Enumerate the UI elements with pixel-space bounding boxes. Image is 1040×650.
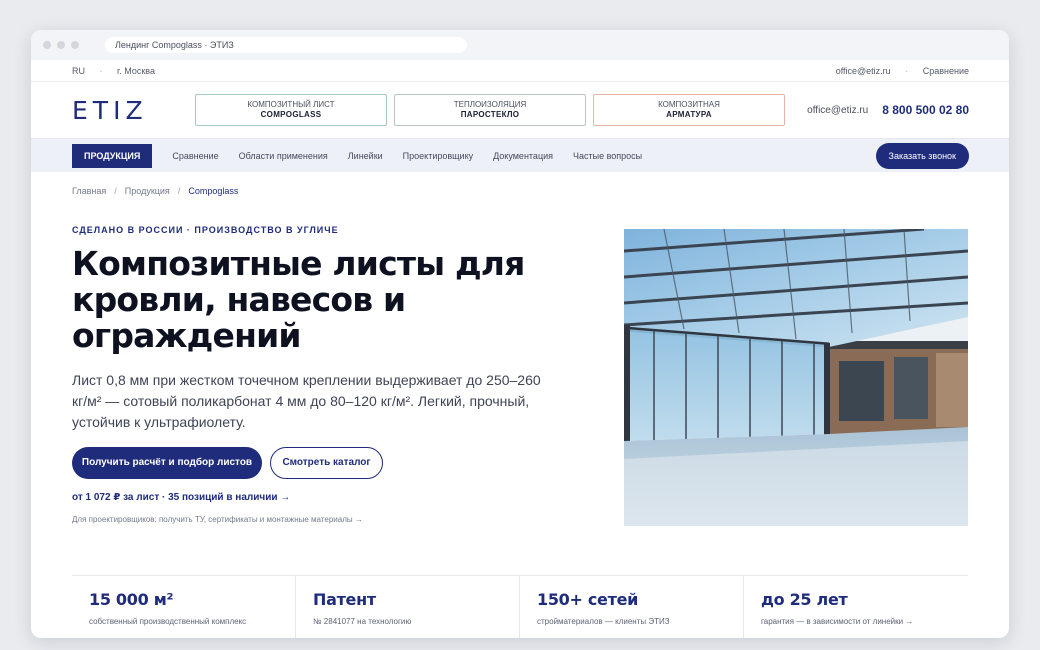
price-availability-link[interactable]: от 1 072 ₽ за лист · 35 позиций в наличи…	[72, 492, 290, 503]
breadcrumb-products[interactable]: Продукция	[125, 186, 170, 196]
product-box-label: ТЕПЛОИЗОЛЯЦИЯ	[453, 100, 527, 109]
nav-item-designers[interactable]: Проектировщику	[403, 151, 473, 161]
separator: ·	[99, 65, 103, 76]
get-calculation-button[interactable]: Получить расчёт и подбор листов	[72, 447, 262, 479]
product-box-label: КОМПОЗИТНЫЙ ЛИСТ	[247, 100, 335, 109]
stat-caption: гарантия — в зависимости от линейки →	[761, 617, 914, 626]
product-box-label: КОМПОЗИТНАЯ	[658, 100, 720, 109]
top-email-link[interactable]: office@etiz.ru	[836, 66, 891, 76]
separator: ·	[905, 65, 909, 76]
language-switch[interactable]: RU	[72, 66, 85, 76]
stat-caption: стройматериалов — клиенты ЭТИЗ	[537, 617, 670, 626]
hero-title: Композитные листы для кровли, навесов и …	[72, 244, 525, 355]
product-box-name: АРМАТУРА	[666, 110, 712, 119]
stat-value: 150+ сетей	[537, 590, 639, 609]
header-phone-link[interactable]: 8 800 500 02 80	[882, 103, 969, 117]
view-catalog-button[interactable]: Смотреть каталог	[270, 447, 383, 479]
window-control-maximize[interactable]	[71, 41, 79, 49]
hero-eyebrow: СДЕЛАНО В РОССИИ · ПРОИЗВОДСТВО В УГЛИЧЕ	[72, 225, 339, 235]
nav-item-applications[interactable]: Области применения	[239, 151, 328, 161]
browser-window: Лендинг Compoglass · ЭТИЗ RU · г. Москва…	[31, 30, 1009, 638]
window-control-close[interactable]	[43, 41, 51, 49]
header-contacts: office@etiz.ru 8 800 500 02 80	[807, 103, 969, 117]
nav-item-compare[interactable]: Сравнение	[172, 151, 218, 161]
top-compare-link[interactable]: Сравнение	[923, 66, 969, 76]
stat-clients: 150+ сетей стройматериалов — клиенты ЭТИ…	[520, 576, 744, 638]
site-header: ETIZ КОМПОЗИТНЫЙ ЛИСТ COMPOGLASS ТЕПЛОИЗ…	[31, 82, 1009, 139]
breadcrumb-current: Compoglass	[188, 186, 239, 196]
nav-item-docs[interactable]: Документация	[493, 151, 553, 161]
canopy-illustration	[624, 229, 968, 526]
hero-canopy-photo	[624, 229, 968, 526]
product-box-parosteklo[interactable]: ТЕПЛОИЗОЛЯЦИЯ ПАРОСТЕКЛО	[394, 94, 586, 126]
browser-chrome: Лендинг Compoglass · ЭТИЗ	[31, 30, 1009, 60]
stat-production: 15 000 м² собственный производственный к…	[72, 576, 296, 638]
stat-value: Патент	[313, 590, 376, 609]
stat-caption: № 2841077 на технологию	[313, 617, 412, 626]
breadcrumb-separator: /	[114, 186, 117, 196]
stat-value: 15 000 м²	[89, 590, 174, 609]
nav-products-button[interactable]: ПРОДУКЦИЯ	[72, 143, 153, 168]
breadcrumb-separator: /	[177, 186, 181, 196]
product-box-name: ПАРОСТЕКЛО	[460, 110, 520, 119]
top-strip: RU · г. Москва office@etiz.ru · Сравнени…	[31, 60, 1009, 82]
main-nav: ПРОДУКЦИЯ Сравнение Области применения Л…	[31, 139, 1009, 172]
stat-value: до 25 лет	[761, 590, 848, 609]
browser-tab[interactable]: Лендинг Compoglass · ЭТИЗ	[105, 37, 467, 53]
nav-item-faq[interactable]: Частые вопросы	[573, 151, 642, 161]
stat-caption: собственный производственный комплекс	[89, 617, 247, 626]
request-call-button[interactable]: Заказать звонок	[875, 142, 969, 169]
hero-description: Лист 0,8 мм при жестком точечном креплен…	[72, 372, 541, 430]
stat-patent: Патент № 2841077 на технологию	[296, 576, 520, 638]
product-box-name: COMPOGLASS	[260, 110, 322, 119]
header-email-link[interactable]: office@etiz.ru	[807, 105, 868, 116]
designer-materials-link[interactable]: Для проектировщиков: получить ТУ, сертиф…	[72, 515, 363, 524]
stats-bar: 15 000 м² собственный производственный к…	[72, 575, 968, 638]
city-selector[interactable]: г. Москва	[117, 66, 155, 76]
etiz-logo[interactable]: ETIZ	[72, 96, 195, 125]
product-box-armatura[interactable]: КОМПОЗИТНАЯ АРМАТУРА	[593, 94, 785, 126]
breadcrumb-home[interactable]: Главная	[72, 186, 106, 196]
product-box-compoglass[interactable]: КОМПОЗИТНЫЙ ЛИСТ COMPOGLASS	[195, 94, 387, 126]
nav-item-lines[interactable]: Линейки	[348, 151, 383, 161]
stat-warranty[interactable]: до 25 лет гарантия — в зависимости от ли…	[744, 576, 968, 638]
hero-section: СДЕЛАНО В РОССИИ · ПРОИЗВОДСТВО В УГЛИЧЕ…	[31, 202, 1009, 563]
breadcrumb: Главная / Продукция / Compoglass	[31, 172, 1009, 202]
window-control-minimize[interactable]	[57, 41, 65, 49]
